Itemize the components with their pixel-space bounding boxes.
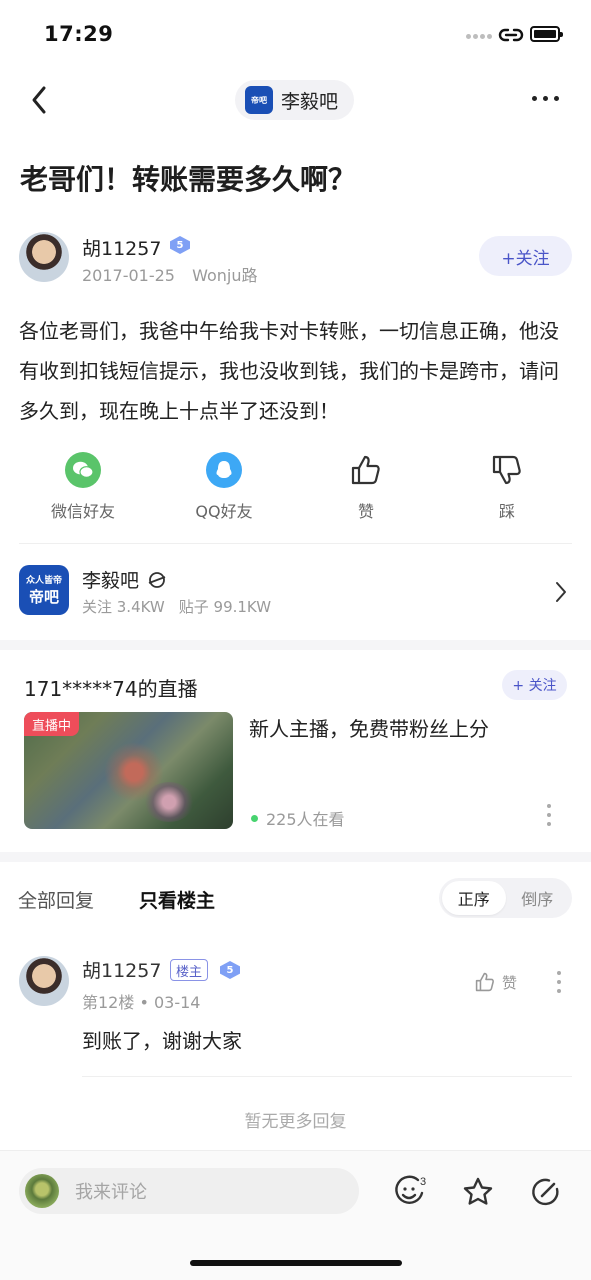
- like-button[interactable]: 赞: [311, 452, 421, 522]
- live-follow-button[interactable]: + 关注: [502, 670, 567, 700]
- favorite-button[interactable]: [458, 1172, 498, 1212]
- signal-icon: [466, 34, 492, 42]
- reply-meta: 第12楼 • 03-14: [82, 993, 201, 1012]
- reply-more-icon[interactable]: [557, 971, 561, 993]
- author-meta: 2017-01-25 Wonju路: [82, 262, 257, 286]
- planet-icon: [148, 571, 166, 588]
- reply-like-button[interactable]: 赞: [474, 971, 517, 993]
- action-label: 微信好友: [50, 502, 115, 521]
- section-divider: [0, 640, 591, 650]
- live-description[interactable]: 新人主播，免费带粉丝上分: [249, 713, 489, 742]
- viewer-count: 225人在看: [251, 806, 345, 830]
- emoji-icon: 3: [395, 1175, 426, 1204]
- qq-icon: [206, 452, 242, 488]
- reply-author-name[interactable]: 胡11257: [82, 956, 161, 983]
- comment-input[interactable]: 我来评论: [19, 1168, 359, 1214]
- thumbs-up-icon: [348, 452, 384, 488]
- section-divider: [0, 852, 591, 862]
- action-label: QQ好友: [195, 502, 253, 521]
- author-avatar[interactable]: [19, 232, 69, 282]
- reply-like-label: 赞: [502, 973, 518, 992]
- author-name[interactable]: 胡11257: [82, 234, 161, 261]
- write-button[interactable]: [526, 1172, 566, 1212]
- thumbs-down-icon: [489, 452, 525, 488]
- share-wechat-button[interactable]: 微信好友: [28, 452, 138, 522]
- forum-posts: 贴子 99.1KW: [178, 598, 272, 616]
- post-location: Wonju路: [192, 266, 258, 285]
- online-dot-icon: [251, 814, 258, 822]
- reply-text: 到账了，谢谢大家: [82, 1029, 242, 1053]
- post-title: 老哥们！转账需要多久啊？: [20, 163, 357, 196]
- level-badge: 5: [220, 961, 240, 979]
- tab-op-only[interactable]: 只看楼主: [139, 886, 215, 913]
- chevron-right-icon[interactable]: [553, 580, 569, 608]
- forum-pill-name: 李毅吧: [281, 90, 339, 113]
- forum-pill[interactable]: 帝吧 李毅吧: [235, 80, 355, 120]
- forum-followers: 关注 3.4KW: [82, 598, 165, 616]
- no-more-replies: 暂无更多回复: [244, 1112, 347, 1132]
- live-title: 171*****74的直播: [24, 677, 198, 701]
- battery-icon: [530, 26, 563, 42]
- action-label: 赞: [357, 502, 374, 521]
- emoji-button[interactable]: 3: [390, 1172, 430, 1212]
- viewer-count-text: 225人在看: [266, 810, 345, 829]
- sort-asc-button[interactable]: 正序: [442, 881, 506, 915]
- sort-desc-button[interactable]: 倒序: [506, 881, 570, 915]
- post-date: 2017-01-25: [82, 266, 175, 285]
- forum-name-row[interactable]: 李毅吧: [82, 566, 167, 593]
- live-badge: 直播中: [24, 712, 80, 736]
- divider: [82, 1076, 572, 1077]
- reply-avatar[interactable]: [19, 956, 69, 1006]
- back-icon[interactable]: [26, 84, 54, 116]
- divider: [19, 543, 572, 544]
- home-indicator: [190, 1260, 402, 1266]
- comment-placeholder: 我来评论: [75, 1182, 147, 1203]
- tab-all-replies[interactable]: 全部回复: [18, 886, 94, 913]
- status-time: 17:29: [44, 22, 114, 46]
- live-thumbnail[interactable]: 直播中: [24, 712, 233, 829]
- forum-logo-line2: 帝吧: [28, 587, 59, 606]
- action-label: 踩: [498, 502, 515, 521]
- forum-logo-line1: 众人皆帝: [25, 575, 62, 586]
- svg-text:3: 3: [420, 1176, 426, 1188]
- op-tag: 楼主: [170, 959, 209, 981]
- level-badge: 5: [170, 236, 190, 254]
- forum-logo[interactable]: 众人皆帝 帝吧: [19, 565, 69, 615]
- post-body: 各位老哥们，我爸中午给我卡对卡转账，一切信息正确，他没有收到扣钱短信提示，我也没…: [19, 319, 559, 423]
- wechat-icon: [65, 452, 101, 488]
- dislike-button[interactable]: 踩: [452, 452, 562, 522]
- edit-icon: [532, 1178, 559, 1206]
- share-qq-button[interactable]: QQ好友: [169, 452, 279, 522]
- forum-name: 李毅吧: [82, 570, 140, 592]
- forum-stats: 关注 3.4KW 贴子 99.1KW: [82, 596, 271, 617]
- sort-toggle: 正序 倒序: [439, 878, 572, 918]
- more-icon[interactable]: [532, 96, 559, 101]
- star-icon: [463, 1177, 493, 1205]
- user-avatar: [25, 1174, 59, 1208]
- forum-logo-small: 帝吧: [245, 86, 273, 114]
- live-more-icon[interactable]: [547, 804, 551, 826]
- follow-button[interactable]: +关注: [479, 236, 572, 276]
- link-icon: [498, 24, 524, 50]
- thumbs-up-icon: [475, 972, 494, 992]
